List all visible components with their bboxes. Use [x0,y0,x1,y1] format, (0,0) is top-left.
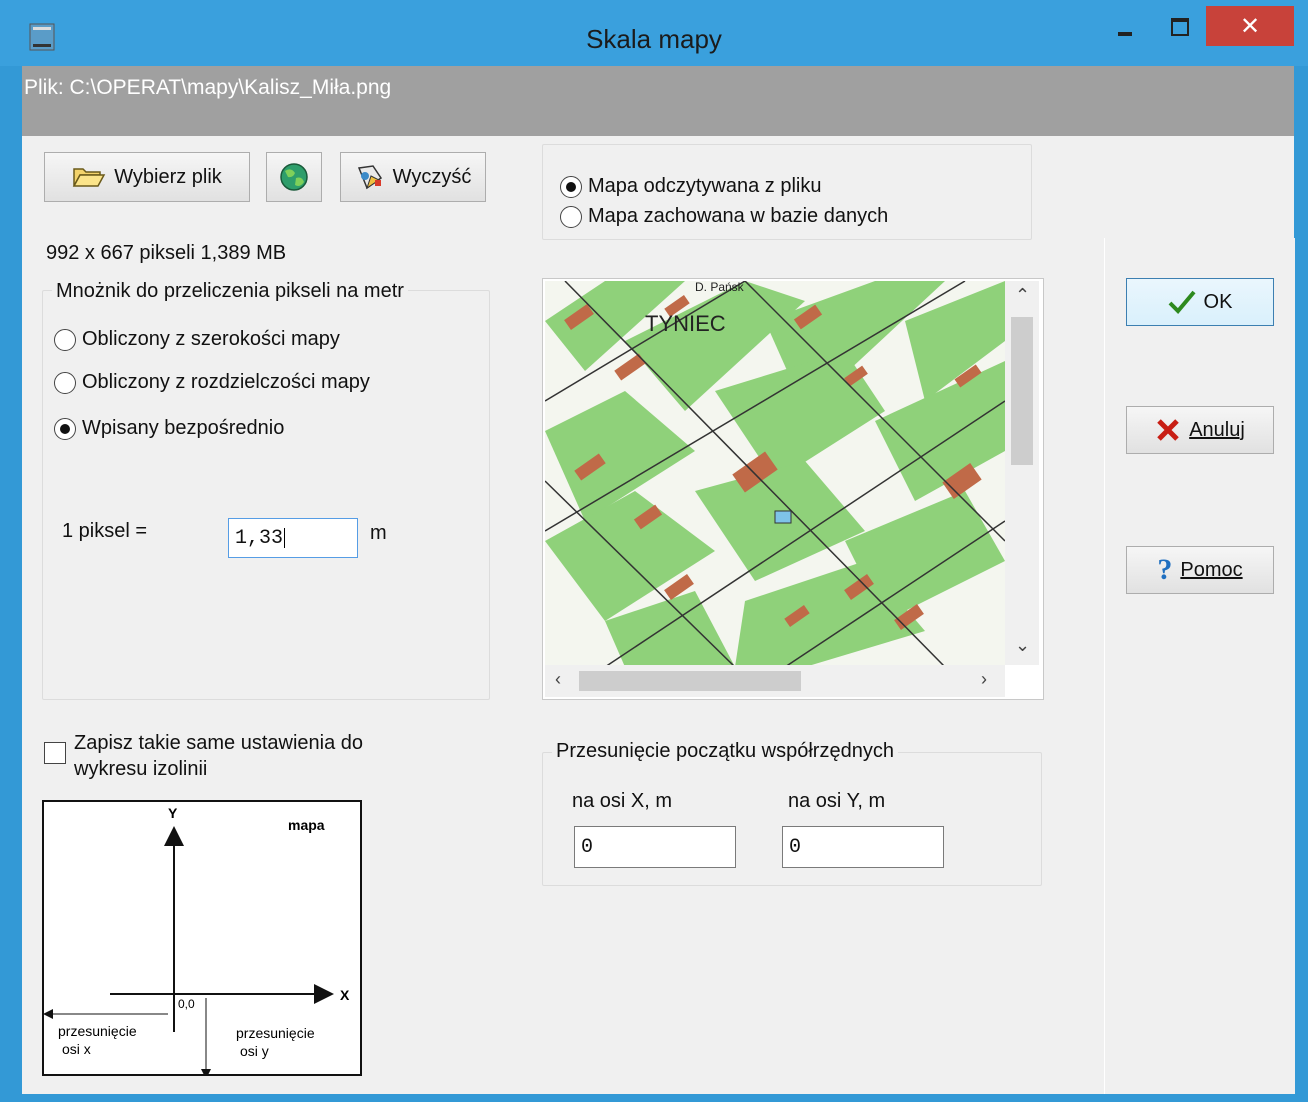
horizontal-scroll-thumb[interactable] [579,671,801,691]
x-mark-icon [1155,417,1181,443]
save-settings-checkbox[interactable] [44,742,66,764]
pixel-label: 1 piksel = [62,520,148,542]
ok-button[interactable]: OK [1126,278,1274,326]
radio-resolution-option[interactable]: Obliczony z rozdzielczości mapy [54,371,370,394]
scroll-up-icon[interactable]: ⌃ [1015,285,1030,306]
cancel-label: Anuluj [1189,418,1245,441]
diagram-origin-label: 0,0 [178,997,195,1011]
diagram-shift-y-label: przesunięcie osi y [236,1025,315,1059]
offset-x-label: na osi X, m [572,790,673,812]
pixel-value-text: 1,33 [235,526,284,550]
clear-label: Wyczyść [392,165,472,188]
radio-source-database[interactable]: Mapa zachowana w bazie danych [560,205,888,228]
radio-width-option[interactable]: Obliczony z szerokości mapy [54,328,340,351]
minimize-icon [1118,32,1132,36]
radio-resolution-dot [54,371,76,394]
multiplier-legend: Mnożnik do przeliczenia pikseli na metr [52,280,408,303]
scroll-right-icon[interactable]: › [981,669,987,690]
action-panel [1104,238,1295,1094]
multiplier-group [42,290,490,700]
diagram-shift-x-label: przesunięcie osi x [58,1023,137,1057]
radio-width-label: Obliczony z szerokości mapy [82,328,340,350]
dialog-window: Skala mapy ✕ Plik: C:\OPERAT\mapy\Kalisz… [0,0,1308,1102]
minimize-button[interactable] [1104,6,1148,46]
file-path-bar: Plik: C:\OPERAT\mapy\Kalisz_Miła.png [22,66,1294,136]
offset-y-value: 0 [789,835,802,859]
axis-diagram: Y X mapa 0,0 przesunięcie osi x przesunię… [42,800,362,1079]
pixel-unit-label: m [370,522,387,544]
scroll-down-icon[interactable]: ⌄ [1015,635,1030,656]
clear-button[interactable]: Wyczyść [340,152,486,202]
offset-y-label: na osi Y, m [788,790,886,812]
help-label: Pomoc [1180,558,1243,581]
maximize-icon [1171,18,1189,36]
axis-diagram-drawing: Y X mapa 0,0 przesunięcie osi x przesunię… [43,805,350,1079]
diagram-x-axis-label: X [340,987,350,1003]
cancel-button[interactable]: Anuluj [1126,406,1274,454]
globe-icon [279,162,309,192]
pixel-value-field[interactable]: 1,33 [228,518,358,558]
close-button[interactable]: ✕ [1206,6,1294,46]
question-mark-icon: ? [1157,553,1173,586]
help-button[interactable]: ? Pomoc [1126,546,1274,594]
close-icon: ✕ [1239,13,1261,40]
radio-direct-label: Wpisany bezpośrednio [82,417,285,439]
checkmark-icon [1168,290,1196,314]
scroll-left-icon[interactable]: ‹ [555,669,561,690]
image-info-text: 992 x 667 pikseli 1,389 MB [46,242,287,264]
maximize-button[interactable] [1158,6,1202,46]
map-top-label: D. Pańsk [695,281,745,294]
file-path-label: Plik: C:\OPERAT\mapy\Kalisz_Miła.png [24,76,392,99]
radio-source-file[interactable]: Mapa odczytywana z pliku [560,175,821,198]
folder-open-icon [72,166,106,188]
offset-x-field[interactable]: 0 [574,826,736,868]
eraser-icon [355,164,385,190]
vertical-scroll-thumb[interactable] [1011,317,1033,465]
choose-file-label: Wybierz plik [114,165,222,188]
radio-source-file-label: Mapa odczytywana z pliku [588,175,822,197]
ok-label: OK [1203,290,1233,313]
map-vertical-scrollbar[interactable]: ⌃ ⌄ [1005,281,1039,665]
radio-source-database-label: Mapa zachowana w bazie danych [588,205,889,227]
offset-legend: Przesunięcie początku współrzędnych [552,740,898,763]
choose-file-button[interactable]: Wybierz plik [44,152,250,202]
radio-width-dot [54,328,76,351]
save-settings-label: Zapisz takie same ustawienia do wykresu … [74,732,364,780]
title-bar[interactable]: Skala mapy ✕ [0,0,1308,66]
radio-direct-option[interactable]: Wpisany bezpośrednio [54,417,284,440]
map-image: TYNIEC D. Pańsk [545,281,1005,667]
radio-source-database-dot [560,205,582,228]
text-caret [284,528,286,548]
globe-button[interactable] [266,152,322,202]
map-preview[interactable]: TYNIEC D. Pańsk ⌃ ⌄ ‹ › [542,278,1044,700]
radio-source-file-dot [560,175,582,198]
offset-y-field[interactable]: 0 [782,826,944,868]
radio-resolution-label: Obliczony z rozdzielczości mapy [82,371,370,393]
diagram-map-label: mapa [288,817,325,833]
map-place-label: TYNIEC [645,311,726,336]
offset-x-value: 0 [581,835,594,859]
radio-direct-dot [54,417,76,440]
diagram-y-axis-label: Y [168,805,178,821]
dialog-client-area: Plik: C:\OPERAT\mapy\Kalisz_Miła.png Wyb… [22,66,1295,1094]
map-horizontal-scrollbar[interactable]: ‹ › [545,665,1005,697]
